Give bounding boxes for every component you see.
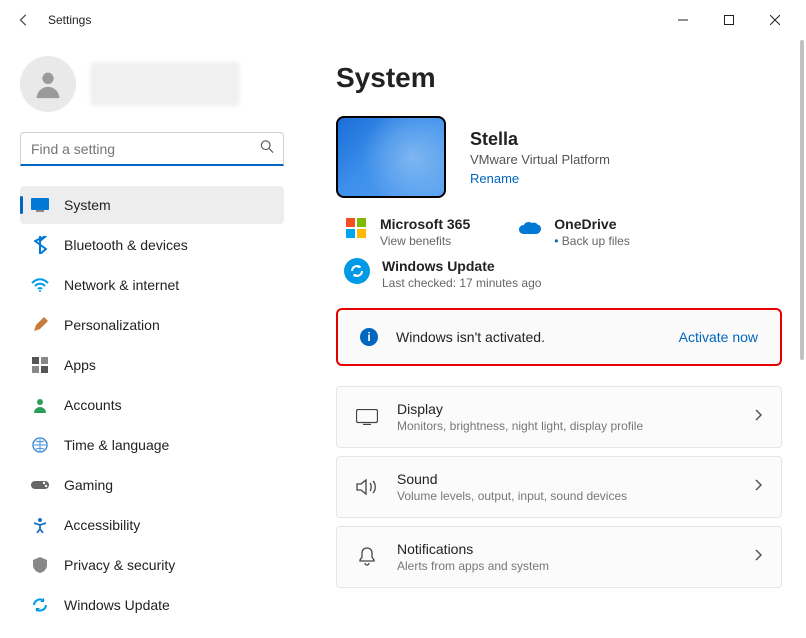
service-sub: View benefits bbox=[380, 234, 470, 248]
device-wallpaper-thumb bbox=[336, 116, 446, 198]
sidebar-item-label: Accessibility bbox=[64, 517, 140, 533]
sidebar-item-label: Apps bbox=[64, 357, 96, 373]
page-title: System bbox=[336, 62, 782, 94]
device-header: Stella VMware Virtual Platform Rename bbox=[336, 116, 782, 198]
card-sound[interactable]: Sound Volume levels, output, input, soun… bbox=[336, 456, 782, 518]
card-display[interactable]: Display Monitors, brightness, night ligh… bbox=[336, 386, 782, 448]
content-pane: System Stella VMware Virtual Platform Re… bbox=[300, 40, 806, 638]
back-button[interactable] bbox=[8, 4, 40, 36]
close-button[interactable] bbox=[752, 4, 798, 36]
person-icon bbox=[31, 67, 65, 101]
search-box[interactable] bbox=[20, 132, 284, 166]
activation-banner: i Windows isn't activated. Activate now bbox=[336, 308, 782, 366]
bell-icon bbox=[355, 545, 379, 569]
apps-icon bbox=[30, 355, 50, 375]
maximize-icon bbox=[724, 15, 734, 25]
sidebar-item-label: Bluetooth & devices bbox=[64, 237, 188, 253]
services-row: Microsoft 365 View benefits OneDrive • B… bbox=[336, 216, 782, 248]
sidebar-item-apps[interactable]: Apps bbox=[20, 346, 284, 384]
clock-globe-icon bbox=[30, 435, 50, 455]
display-icon bbox=[355, 405, 379, 429]
sidebar-item-label: Windows Update bbox=[64, 597, 170, 613]
card-sub: Alerts from apps and system bbox=[397, 559, 549, 573]
card-title: Sound bbox=[397, 471, 627, 487]
card-title: Display bbox=[397, 401, 643, 417]
accessibility-icon bbox=[30, 515, 50, 535]
search-input[interactable] bbox=[20, 132, 284, 166]
sidebar-item-time[interactable]: Time & language bbox=[20, 426, 284, 464]
sound-icon bbox=[355, 475, 379, 499]
activation-message: Windows isn't activated. bbox=[396, 329, 545, 345]
close-icon bbox=[770, 15, 780, 25]
arrow-left-icon bbox=[17, 13, 31, 27]
avatar bbox=[20, 56, 76, 112]
app-title: Settings bbox=[48, 13, 91, 27]
sidebar-item-accounts[interactable]: Accounts bbox=[20, 386, 284, 424]
scrollbar[interactable] bbox=[800, 40, 804, 360]
service-sub: • Back up files bbox=[554, 234, 630, 248]
info-icon: i bbox=[360, 328, 378, 346]
device-platform: VMware Virtual Platform bbox=[470, 152, 610, 167]
system-icon bbox=[30, 195, 50, 215]
sidebar-item-label: Gaming bbox=[64, 477, 113, 493]
brush-icon bbox=[30, 315, 50, 335]
card-notifications[interactable]: Notifications Alerts from apps and syste… bbox=[336, 526, 782, 588]
chevron-right-icon bbox=[755, 478, 763, 496]
sidebar-item-label: System bbox=[64, 197, 111, 213]
update-title: Windows Update bbox=[382, 258, 541, 274]
microsoft-365-icon bbox=[344, 216, 368, 240]
chevron-right-icon bbox=[755, 548, 763, 566]
gaming-icon bbox=[30, 475, 50, 495]
card-sub: Volume levels, output, input, sound devi… bbox=[397, 489, 627, 503]
shield-icon bbox=[30, 555, 50, 575]
sidebar-item-personalization[interactable]: Personalization bbox=[20, 306, 284, 344]
wifi-icon bbox=[30, 275, 50, 295]
title-bar: Settings bbox=[0, 0, 806, 40]
maximize-button[interactable] bbox=[706, 4, 752, 36]
nav-list: System Bluetooth & devices Network & int… bbox=[20, 186, 284, 624]
minimize-button[interactable] bbox=[660, 4, 706, 36]
person-icon bbox=[30, 395, 50, 415]
update-icon bbox=[30, 595, 50, 615]
update-circle-icon bbox=[344, 258, 370, 284]
card-title: Notifications bbox=[397, 541, 549, 557]
sidebar-item-label: Time & language bbox=[64, 437, 169, 453]
chevron-right-icon bbox=[755, 408, 763, 426]
sidebar-item-accessibility[interactable]: Accessibility bbox=[20, 506, 284, 544]
sidebar-item-system[interactable]: System bbox=[20, 186, 284, 224]
bluetooth-icon bbox=[30, 235, 50, 255]
service-title: Microsoft 365 bbox=[380, 216, 470, 232]
minimize-icon bbox=[678, 15, 688, 25]
windows-update-summary[interactable]: Windows Update Last checked: 17 minutes … bbox=[336, 258, 782, 290]
sidebar-item-label: Accounts bbox=[64, 397, 122, 413]
sidebar-item-bluetooth[interactable]: Bluetooth & devices bbox=[20, 226, 284, 264]
service-title: OneDrive bbox=[554, 216, 630, 232]
sidebar-item-network[interactable]: Network & internet bbox=[20, 266, 284, 304]
rename-link[interactable]: Rename bbox=[470, 171, 610, 186]
user-name-placeholder bbox=[90, 62, 240, 106]
activate-now-link[interactable]: Activate now bbox=[679, 329, 758, 345]
update-sub: Last checked: 17 minutes ago bbox=[382, 276, 541, 290]
device-name: Stella bbox=[470, 129, 610, 150]
sidebar-item-update[interactable]: Windows Update bbox=[20, 586, 284, 624]
sidebar-item-label: Privacy & security bbox=[64, 557, 175, 573]
search-icon bbox=[260, 140, 274, 159]
user-profile[interactable] bbox=[20, 56, 284, 112]
sidebar-item-gaming[interactable]: Gaming bbox=[20, 466, 284, 504]
sidebar-item-label: Network & internet bbox=[64, 277, 179, 293]
service-m365[interactable]: Microsoft 365 View benefits bbox=[344, 216, 470, 248]
sidebar: System Bluetooth & devices Network & int… bbox=[0, 40, 300, 638]
service-onedrive[interactable]: OneDrive • Back up files bbox=[518, 216, 630, 248]
onedrive-icon bbox=[518, 216, 542, 240]
window-controls bbox=[660, 4, 798, 36]
card-sub: Monitors, brightness, night light, displ… bbox=[397, 419, 643, 433]
sidebar-item-privacy[interactable]: Privacy & security bbox=[20, 546, 284, 584]
sidebar-item-label: Personalization bbox=[64, 317, 160, 333]
